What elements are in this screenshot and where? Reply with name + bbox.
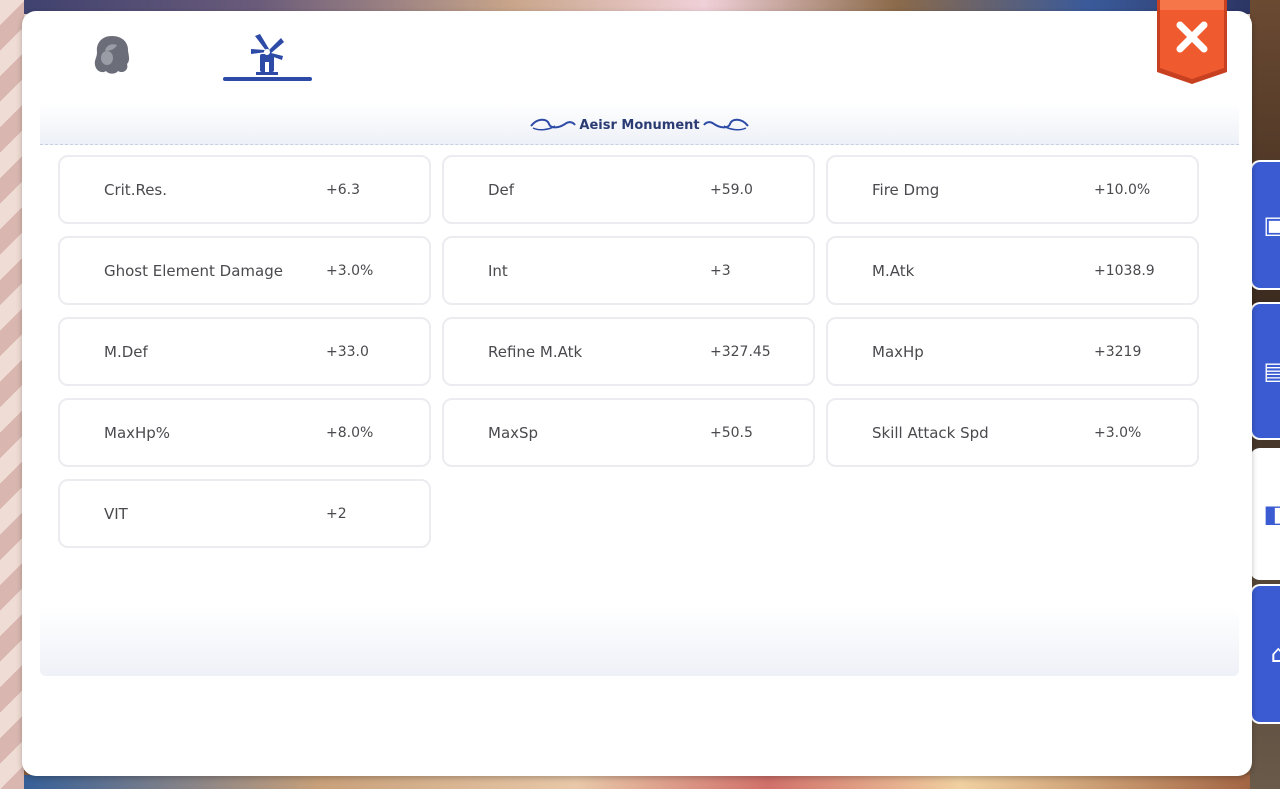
stat-name: VIT	[104, 504, 128, 523]
stat-value: +3.0%	[1094, 424, 1142, 441]
stat-value: +3	[710, 262, 731, 279]
stat-card: Fire Dmg +10.0%	[826, 155, 1199, 224]
tab-character[interactable]	[67, 25, 157, 85]
stat-value: +8.0%	[326, 424, 374, 441]
section-header: Aeisr Monument	[40, 103, 1239, 145]
stat-name: M.Def	[104, 342, 148, 361]
side-tab-card[interactable]: ◧	[1250, 448, 1280, 580]
side-tab-home[interactable]: ⌂	[1250, 584, 1280, 724]
stats-content[interactable]: Aeisr Monument Crit.Res. +6.3 Def +59.0 …	[40, 103, 1239, 676]
active-tab-indicator	[223, 77, 312, 81]
stat-name: Crit.Res.	[104, 180, 168, 199]
stat-value: +2	[326, 505, 347, 522]
stat-name: MaxHp%	[104, 423, 171, 442]
stat-value: +59.0	[710, 181, 753, 198]
background-left	[0, 0, 24, 789]
stat-value: +1038.9	[1094, 262, 1155, 279]
stat-name: Refine M.Atk	[488, 342, 583, 361]
stat-card: Skill Attack Spd +3.0%	[826, 398, 1199, 467]
stat-name: MaxHp	[872, 342, 924, 361]
stat-value: +6.3	[326, 181, 360, 198]
map-icon: ▣	[1263, 211, 1280, 239]
tab-monument[interactable]	[222, 25, 312, 85]
stat-card: M.Atk +1038.9	[826, 236, 1199, 305]
stat-value: +50.5	[710, 424, 753, 441]
windmill-icon	[251, 34, 284, 75]
home-icon: ⌂	[1271, 640, 1280, 668]
stat-card: VIT +2	[58, 479, 431, 548]
stat-name: M.Atk	[872, 261, 915, 280]
side-tab-map[interactable]: ▣	[1250, 160, 1280, 290]
stat-name: MaxSp	[488, 423, 539, 442]
stat-card: Def +59.0	[442, 155, 815, 224]
stat-name: Int	[488, 261, 508, 280]
close-button[interactable]	[1155, 0, 1229, 92]
stat-card: MaxSp +50.5	[442, 398, 815, 467]
stat-name: Skill Attack Spd	[872, 423, 989, 442]
stats-grid: Crit.Res. +6.3 Def +59.0 Fire Dmg +10.0%…	[58, 155, 1199, 548]
notebook-icon: ▤	[1263, 357, 1280, 385]
swirl-left-icon	[530, 118, 577, 131]
section-title: Aeisr Monument	[579, 117, 700, 133]
stat-card: MaxHp +3219	[826, 317, 1199, 386]
side-tab-notebook[interactable]: ▤	[1250, 302, 1280, 440]
stat-name: Fire Dmg	[872, 180, 940, 199]
stat-name: Def	[488, 180, 515, 199]
stat-value: +3219	[1094, 343, 1142, 360]
card-icon: ◧	[1263, 500, 1280, 528]
stat-name: Ghost Element Damage	[104, 261, 283, 280]
stat-value: +327.45	[710, 343, 771, 360]
close-icon	[1157, 0, 1227, 84]
stat-card: Refine M.Atk +327.45	[442, 317, 815, 386]
stat-card: MaxHp% +8.0%	[58, 398, 431, 467]
stat-value: +3.0%	[326, 262, 374, 279]
background-bottom	[0, 775, 1280, 789]
tab-bar	[22, 11, 1252, 101]
attributes-panel: Aeisr Monument Crit.Res. +6.3 Def +59.0 …	[22, 0, 1252, 776]
stat-card: Ghost Element Damage +3.0%	[58, 236, 431, 305]
character-head-icon	[94, 36, 130, 74]
swirl-right-icon	[702, 118, 749, 131]
stat-card: M.Def +33.0	[58, 317, 431, 386]
stat-card: Int +3	[442, 236, 815, 305]
stat-value: +33.0	[326, 343, 369, 360]
stat-value: +10.0%	[1094, 181, 1151, 198]
stat-card: Crit.Res. +6.3	[58, 155, 431, 224]
